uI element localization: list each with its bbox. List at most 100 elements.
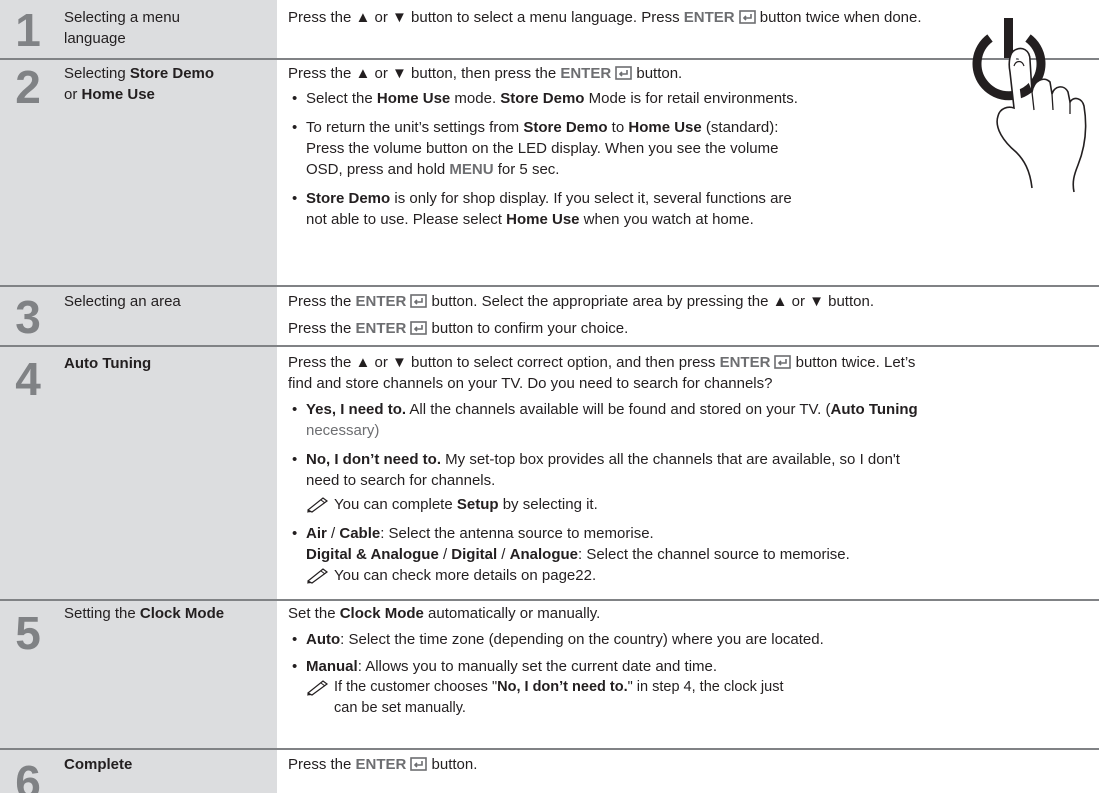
text-span: To return the unit’s settings from <box>306 119 524 136</box>
text-span: button to confirm your choice. <box>427 320 629 337</box>
text-span: or <box>64 86 82 103</box>
text-span: button. <box>632 65 683 82</box>
text-span: Home Use <box>628 119 702 136</box>
step-number-cell: 1 <box>0 0 56 58</box>
text-span: Press the volume button on the LED displ… <box>306 140 779 157</box>
text-span: All the channels available will be found… <box>406 401 831 418</box>
text-span: : Select the time zone (depending on the… <box>340 631 824 648</box>
text-span: Mode is for retail environments. <box>584 90 798 107</box>
step-number: 1 <box>15 4 41 56</box>
step-number-cell: 6 <box>0 750 56 793</box>
bullet-item: No, I don’t need to. My set-top box prov… <box>288 449 1098 491</box>
enter-key-label: ENTER <box>355 756 407 773</box>
step-description: Press the ▲ or ▼ button to select a menu… <box>288 7 958 28</box>
step-2-row: 2 Selecting Store Demo or Home Use Press… <box>0 60 1099 285</box>
text-span: Clock Mode <box>139 605 225 622</box>
step-number-cell: 4 <box>0 347 56 599</box>
step-label: Auto Tuning <box>64 355 152 372</box>
text-span: You can complete <box>334 496 457 513</box>
step-3-row: 3 Selecting an area Press the ENTER butt… <box>0 287 1099 345</box>
note-item: If the customer chooses "No, I don’t nee… <box>306 677 1098 719</box>
step-number: 3 <box>15 291 41 343</box>
text-span: Yes, I need to. <box>306 401 407 418</box>
step-description: Press the ▲ or ▼ button, then press the … <box>288 63 948 230</box>
step-4-row: 4 Auto Tuning Press the ▲ or ▼ button to… <box>0 347 1099 599</box>
enter-key-label: ENTER <box>355 320 407 337</box>
bullet-item: Auto: Select the time zone (depending on… <box>288 629 1098 650</box>
text-span: Store Demo <box>500 90 585 107</box>
step-label: Complete <box>64 756 133 773</box>
text-span: button twice when done. <box>755 9 922 26</box>
text-span: Air <box>306 525 327 542</box>
enter-key-label: ENTER <box>560 65 612 82</box>
enter-key-label: ENTER <box>355 293 407 310</box>
bullet-item: Store Demo is only for shop display. If … <box>288 188 948 230</box>
text-span: Store Demo <box>523 119 608 136</box>
step-1-row: 1 Selecting a menu language Press the ▲ … <box>0 0 1099 58</box>
text-span: by selecting it. <box>498 496 598 513</box>
text-span: Press the <box>288 293 356 310</box>
enter-icon <box>410 321 428 335</box>
text-span: Select the <box>306 90 377 107</box>
text-span: is only for shop display. If you select … <box>390 190 792 207</box>
step-number: 6 <box>15 756 41 793</box>
text-span: / <box>497 546 510 563</box>
enter-key-label: ENTER <box>719 354 771 371</box>
step-description: Press the ENTER button. <box>288 754 1098 775</box>
text-span: : Allows you to manually set the current… <box>357 658 718 675</box>
enter-icon <box>738 10 756 24</box>
text-span: Store Demo <box>306 190 391 207</box>
note-pen-icon <box>306 497 329 513</box>
enter-icon <box>615 66 632 80</box>
text-span: button. <box>427 756 478 773</box>
text-span: MENU <box>449 161 494 178</box>
text-span: not able to use. Please select <box>306 211 507 228</box>
text-span: : Select the channel source to memorise. <box>578 546 850 563</box>
step-label-cell: Selecting an area <box>56 287 277 345</box>
text-span: Cable <box>339 525 381 542</box>
text-span: Store Demo <box>129 65 215 82</box>
text-span: Press the <box>288 320 356 337</box>
power-button-hand-icon <box>972 18 1087 193</box>
text-span: " in step 4, the clock just <box>627 679 784 695</box>
text-span: can be set manually. <box>334 700 466 716</box>
text-span: find and store channels on your TV. Do y… <box>288 375 773 392</box>
step-description: Press the ENTER button. Select the appro… <box>288 291 1098 339</box>
bullet-item: Manual: Allows you to manually set the c… <box>288 656 1098 677</box>
text-span: / <box>438 546 452 563</box>
text-span: Selecting <box>64 65 130 82</box>
step-number: 5 <box>15 607 41 659</box>
bullet-item: Yes, I need to. All the channels availab… <box>288 399 1098 441</box>
enter-icon <box>410 757 428 771</box>
text-span: necessary) <box>306 422 380 439</box>
note-item: You can complete Setup by selecting it. <box>306 494 1098 515</box>
step-label: Selecting a menu language <box>64 9 180 47</box>
text-span: Press the ▲ or ▼ button to select correc… <box>288 354 720 371</box>
text-span: / <box>326 525 340 542</box>
step-number-cell: 3 <box>0 287 56 345</box>
text-span: Home Use <box>506 211 580 228</box>
text-span: Auto <box>306 631 341 648</box>
step-number-cell: 5 <box>0 601 56 748</box>
text-span: Press the <box>288 756 356 773</box>
text-span: No, I don’t need to. <box>306 451 441 468</box>
text-span: Auto Tuning <box>830 401 918 418</box>
bullet-item: Air / Cable: Select the antenna source t… <box>288 523 1098 565</box>
text-span: button. Select the appropriate area by p… <box>427 293 874 310</box>
enter-key-label: ENTER <box>683 9 735 26</box>
text-span: Clock Mode <box>339 605 424 622</box>
text-span: need to search for channels. <box>306 472 496 489</box>
step-5-row: 5 Setting the Clock Mode Set the Clock M… <box>0 601 1099 748</box>
step-number: 4 <box>15 353 41 405</box>
text-span: Press the ▲ or ▼ button, then press the <box>288 65 561 82</box>
text-span: Manual <box>306 658 358 675</box>
bullet-item: To return the unit’s settings from Store… <box>288 117 948 180</box>
text-span: for 5 sec. <box>493 161 560 178</box>
text-span: You can check more details on page22. <box>334 567 597 584</box>
step-label-cell: Selecting Store Demo or Home Use <box>56 60 277 285</box>
text-span: Home Use <box>81 86 155 103</box>
text-span: Digital & Analogue <box>306 546 439 563</box>
note-pen-icon <box>306 568 329 584</box>
text-span: : Select the antenna source to memorise. <box>380 525 654 542</box>
text-span: Setting the <box>64 605 140 622</box>
